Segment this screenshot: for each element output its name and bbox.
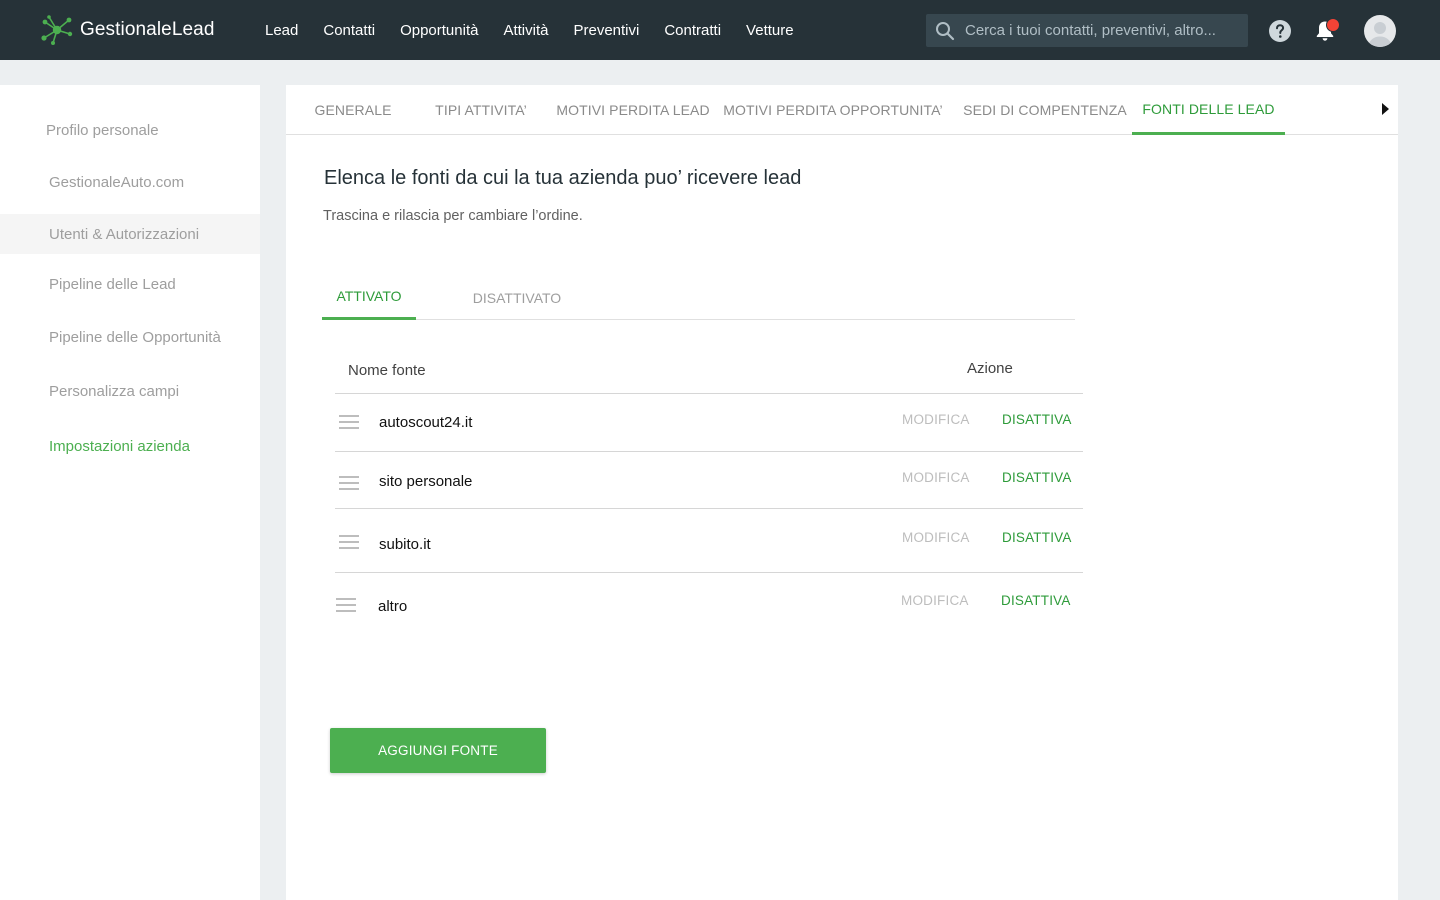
drag-handle-icon[interactable] [339,415,359,429]
column-header-action: Azione [967,360,1013,377]
tab-motivi-perdita-opportunita[interactable]: MOTIVI PERDITA OPPORTUNITA’ [723,85,942,135]
page-band [0,60,1440,85]
settings-sidebar: Profilo personale GestionaleAuto.com Ute… [0,85,260,900]
edit-button[interactable]: MODIFICA [902,470,970,485]
network-logo-icon [41,15,73,45]
app-logo[interactable]: GestionaleLead [40,14,215,46]
deactivate-button[interactable]: DISATTIVA [1002,530,1072,545]
table-header: Nome fonte Azione [335,350,1083,394]
search-input[interactable] [965,22,1245,39]
nav-preventivi[interactable]: Preventivi [573,22,639,39]
nav-contatti[interactable]: Contatti [323,22,375,39]
nav-vetture[interactable]: Vetture [746,22,794,39]
app-name: GestionaleLead [80,19,215,40]
sidebar-item-pipeline-opportunita[interactable]: Pipeline delle Opportunità [0,317,260,357]
source-name: altro [378,598,408,615]
sidebar-item-pipeline-lead[interactable]: Pipeline delle Lead [0,264,260,304]
drag-handle-icon[interactable] [336,598,356,612]
sidebar-item-label: Pipeline delle Opportunità [49,328,221,346]
top-bar: GestionaleLead Lead Contatti Opportunità… [0,0,1440,60]
sidebar-item-impostazioni-azienda[interactable]: Impostazioni azienda [0,426,260,466]
sidebar-item-utenti[interactable]: Utenti & Autorizzazioni [0,214,260,254]
edit-button[interactable]: MODIFICA [902,412,970,427]
tab-attivato[interactable]: ATTIVATO [322,275,416,320]
main-panel: GENERALE TIPI ATTIVITA’ MOTIVI PERDITA L… [286,85,1398,900]
table-row: sito personale MODIFICA DISATTIVA [335,452,1083,509]
settings-tabs: GENERALE TIPI ATTIVITA’ MOTIVI PERDITA L… [286,85,1398,135]
tab-disattivato[interactable]: DISATTIVATO [442,275,592,320]
main-nav: Lead Contatti Opportunità Attività Preve… [265,0,819,60]
tab-sedi-di-competenza[interactable]: SEDI DI COMPENTENZA [963,85,1127,135]
help-icon[interactable] [1268,19,1292,43]
sources-table: Nome fonte Azione autoscout24.it MODIFIC… [335,350,1083,637]
drag-handle-icon[interactable] [339,476,359,490]
sidebar-item-label: Impostazioni azienda [49,437,190,455]
edit-button[interactable]: MODIFICA [901,593,969,608]
nav-opportunita[interactable]: Opportunità [400,22,478,39]
deactivate-button[interactable]: DISATTIVA [1002,470,1072,485]
avatar[interactable] [1364,15,1396,47]
sidebar-item-profilo[interactable]: Profilo personale [0,110,260,150]
nav-lead[interactable]: Lead [265,22,298,39]
edit-button[interactable]: MODIFICA [902,530,970,545]
drag-handle-icon[interactable] [339,535,359,549]
search-box [926,14,1248,47]
table-row: altro MODIFICA DISATTIVA [335,573,1083,637]
tabs-scroll-right-icon[interactable] [1380,102,1390,116]
deactivate-button[interactable]: DISATTIVA [1001,593,1071,608]
tab-fonti-delle-lead[interactable]: FONTI DELLE LEAD [1132,85,1285,135]
notification-badge [1326,18,1340,32]
user-avatar-icon [1368,22,1392,47]
nav-attivita[interactable]: Attività [503,22,548,39]
sidebar-item-personalizza-campi[interactable]: Personalizza campi [0,371,260,411]
tab-generale[interactable]: GENERALE [300,85,406,135]
table-row: autoscout24.it MODIFICA DISATTIVA [335,394,1083,452]
search-icon [936,21,955,40]
page-title: Elenca le fonti da cui la tua azienda pu… [324,167,802,189]
sidebar-item-label: GestionaleAuto.com [49,173,185,191]
status-tabs: ATTIVATO DISATTIVATO [322,275,1075,320]
source-name: subito.it [379,536,431,553]
sidebar-item-label: Utenti & Autorizzazioni [49,225,200,243]
column-header-name: Nome fonte [348,362,426,379]
table-row: subito.it MODIFICA DISATTIVA [335,509,1083,573]
nav-contratti[interactable]: Contratti [664,22,721,39]
sidebar-item-label: Personalizza campi [49,382,180,400]
sidebar-item-gestionaleauto[interactable]: GestionaleAuto.com [0,162,260,202]
deactivate-button[interactable]: DISATTIVA [1002,412,1072,427]
tab-motivi-perdita-lead[interactable]: MOTIVI PERDITA LEAD [556,85,709,135]
sidebar-item-label: Profilo personale [46,121,159,139]
source-name: autoscout24.it [379,414,473,431]
add-source-button[interactable]: AGGIUNGI FONTE [330,728,546,773]
tab-tipi-attivita[interactable]: TIPI ATTIVITA’ [426,85,536,135]
page-subtitle: Trascina e rilascia per cambiare l’ordin… [323,208,583,224]
sidebar-item-label: Pipeline delle Lead [49,275,176,293]
source-name: sito personale [379,473,473,490]
